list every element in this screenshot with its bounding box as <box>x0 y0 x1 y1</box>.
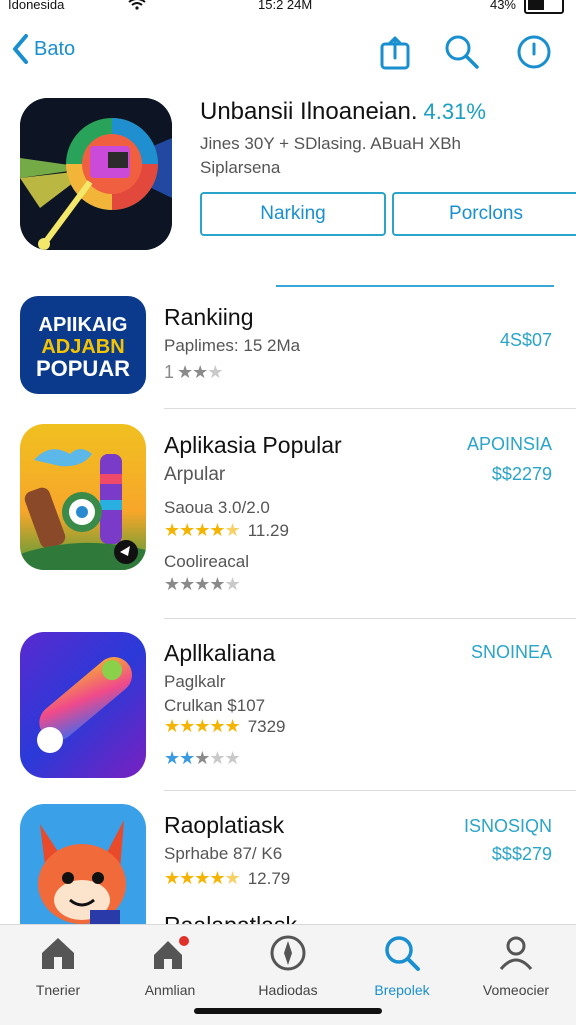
row-divider <box>164 790 576 791</box>
app-name: Raoplatiask <box>164 812 285 838</box>
popular-button[interactable]: Porclons <box>392 192 576 236</box>
app-info: Sprhabe 87/ K6 <box>164 844 283 863</box>
home-indicator <box>194 1008 382 1014</box>
carrier-label: Idonesida <box>8 0 65 12</box>
featured-subtitle-line2: Siplarsena <box>200 158 281 177</box>
toggle-art-icon <box>37 657 133 753</box>
app-icon-text-3: POPUAR <box>35 356 131 381</box>
featured-title-text: Unbansii Ilnoaneian. <box>200 98 418 125</box>
fox-art-icon <box>38 820 126 924</box>
search-icon[interactable] <box>444 34 480 70</box>
app-price-label[interactable]: APOINSIA <box>467 434 552 455</box>
featured-subtitle-line1: Jines 30Y + SDlasing. ABuaH XBh <box>200 134 461 153</box>
row-divider <box>164 408 576 409</box>
app-subtext: Coolireacal <box>164 552 250 571</box>
app-price-label[interactable]: ISNOSIQN <box>464 816 552 837</box>
compass-icon <box>270 935 306 971</box>
tab-label: Vomeocier <box>482 982 550 998</box>
rating-stars: ★★★★★ 11.29 <box>164 520 289 540</box>
wifi-icon <box>128 0 146 10</box>
tab-search[interactable]: Brepolek <box>352 933 452 998</box>
app-icon-text-1: APIIKAIG <box>38 314 128 336</box>
app-icon-fox[interactable] <box>20 804 146 924</box>
clock: 15:2 24M <box>258 0 313 12</box>
featured-rating: 4.31% <box>423 99 486 124</box>
app-price[interactable]: SNOINEA <box>471 642 552 663</box>
tab-label: Brepolek <box>374 982 430 998</box>
app-price[interactable]: $$$279 <box>492 844 552 865</box>
app-row[interactable]: Raoplatiask Sprhabe 87/ K6 ★★★★★12.79 Ra… <box>0 804 576 924</box>
rating-stars: ★★★★★ 7329 <box>164 716 286 736</box>
battery-percent: 43% <box>489 0 516 12</box>
tab-today[interactable]: Tnerier <box>8 933 108 998</box>
app-icon-game[interactable] <box>20 424 146 570</box>
back-button[interactable]: Bato <box>12 34 75 64</box>
app-icon-text-2: ADJABN <box>41 336 125 358</box>
rating-stars-secondary: ★★★★★ <box>164 748 241 768</box>
game-art-icon <box>20 449 146 570</box>
app-info: Saoua 3.0/2.0 <box>164 498 270 517</box>
back-label: Bato <box>34 37 76 60</box>
app-icon-popular[interactable]: APIIKAIG ADJABN POPUAR <box>20 296 146 394</box>
rating-stars: 1 ★★★ <box>164 362 223 382</box>
featured-art-icon <box>20 98 172 250</box>
app-info: Paplimes: 15 2Ma <box>164 336 301 355</box>
chevron-left-icon <box>13 34 28 64</box>
rating-stars: ★★★★★ 12.79 <box>164 868 291 888</box>
row-divider <box>164 618 576 619</box>
tab-label: Anmlian <box>144 982 196 998</box>
app-row[interactable]: Apllkaliana Paglkalr Crulkan $107 ★★★★★ 7… <box>0 632 576 788</box>
home-notify-icon <box>154 936 189 969</box>
section-divider <box>276 285 554 287</box>
app-category: Paglkalr <box>164 672 226 691</box>
rating-count: 7329 <box>247 717 286 736</box>
app-category: Arpular <box>164 464 226 485</box>
tab-label: Tnerier <box>35 982 81 998</box>
app-info: Crulkan $107 <box>164 696 266 715</box>
app-price[interactable]: $$2279 <box>492 464 552 485</box>
nav-bar: Bato <box>0 28 576 80</box>
app-price[interactable]: 4S$07 <box>500 330 552 351</box>
tab-games[interactable]: Anmlian <box>120 933 220 998</box>
rating-stars-secondary: ★★★★★ <box>164 574 241 594</box>
rating-count: 12.79 <box>247 869 291 888</box>
home-icon <box>42 938 74 969</box>
app-row[interactable]: APIIKAIG ADJABN POPUAR Rankiing Paplimes… <box>0 296 576 408</box>
status-bar: Idonesida 15:2 24M 43% <box>0 0 576 14</box>
app-row[interactable]: Aplikasia Popular Arpular Saoua 3.0/2.0 … <box>0 424 576 616</box>
featured-subtitle: Jines 30Y + SDlasing. ABuaH XBh Siplarse… <box>200 132 461 180</box>
search-icon <box>385 936 420 971</box>
app-name: Aplikasia Popular <box>164 432 342 458</box>
next-app-name: Raalapatlask <box>164 912 297 924</box>
person-icon <box>499 936 533 970</box>
rating-count: 11.29 <box>247 521 289 540</box>
app-icon-toggle[interactable] <box>20 632 146 778</box>
featured-app-icon[interactable] <box>20 98 172 250</box>
tab-apps[interactable]: Hadiodas <box>238 933 338 998</box>
ranking-button[interactable]: Narking <box>200 192 386 236</box>
tab-label: Hadiodas <box>258 982 318 998</box>
app-name: Rankiing <box>164 304 254 330</box>
battery-icon <box>524 0 564 14</box>
featured-title: Unbansii Ilnoaneian. 4.31% <box>200 98 486 126</box>
tab-profile[interactable]: Vomeocier <box>466 933 566 998</box>
featured-app: Unbansii Ilnoaneian. 4.31% Jines 30Y + SD… <box>0 94 576 264</box>
share-icon[interactable] <box>378 34 414 70</box>
app-name: Apllkaliana <box>164 640 276 666</box>
info-icon[interactable] <box>516 34 552 70</box>
